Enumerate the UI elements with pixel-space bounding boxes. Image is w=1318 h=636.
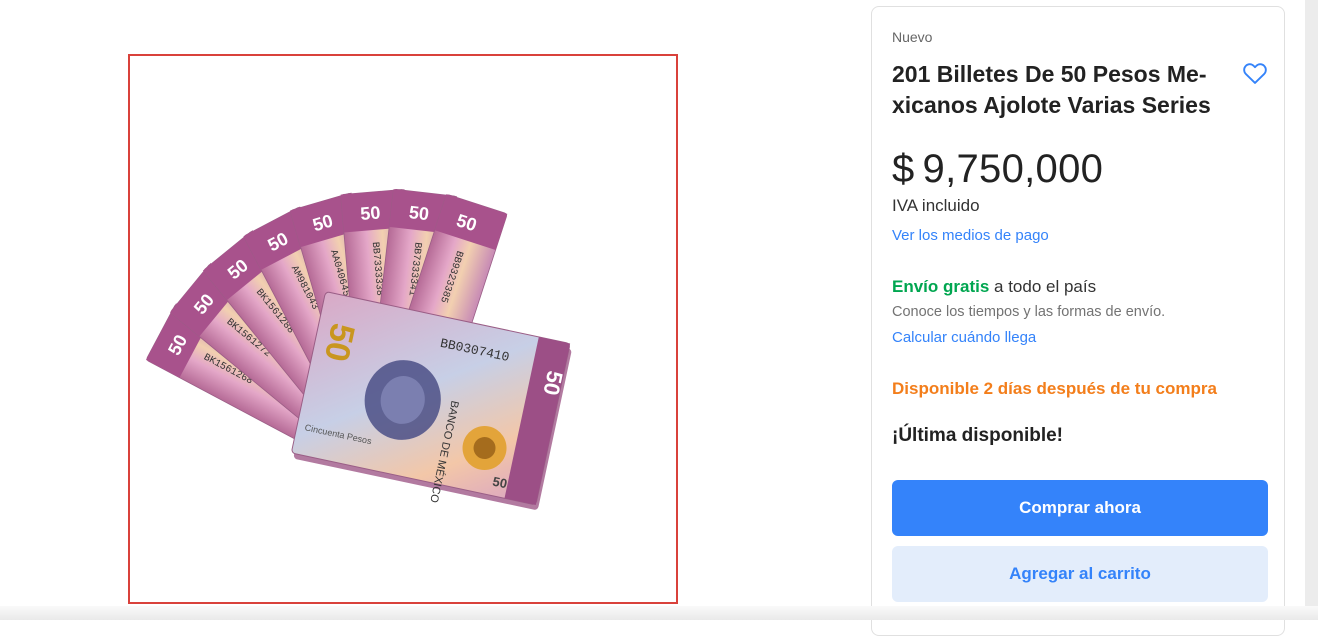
calculate-arrival-link[interactable]: Calcular cuándo llega — [892, 329, 1036, 346]
item-condition: Nuevo — [892, 29, 933, 45]
price-amount: 9,750,000 — [922, 147, 1104, 191]
stock-notice: ¡Última disponible! — [892, 425, 1063, 446]
front-banknote: 50 50 BB0307410 BANCO DE MÉXICO Cincuent… — [291, 291, 572, 510]
heart-icon[interactable] — [1241, 59, 1269, 87]
shipping-subtext: Conoce los tiempos y las formas de envío… — [892, 304, 1166, 320]
product-image-frame[interactable]: 50 BK1561268 50 BK1561272 50 BK1561288 50 AM981… — [128, 54, 678, 604]
add-to-cart-button[interactable]: Agregar al carrito — [892, 546, 1268, 602]
fan-banknote-denomination: 50 — [408, 202, 430, 224]
banknote-fan-image: 50BK156126850BK156127250BK156128850AM981… — [145, 189, 572, 510]
front-note-side-denomination: 50 — [538, 369, 568, 398]
price-currency: $ — [892, 147, 915, 191]
front-note-small-denomination: 50 — [491, 474, 508, 492]
free-shipping-label: Envío gratis — [892, 277, 990, 296]
bottom-edge — [0, 606, 1318, 620]
tax-note: IVA incluido — [892, 196, 980, 215]
shipping-scope: a todo el país — [989, 277, 1097, 296]
buy-box-card: Nuevo 201 Billetes De 50 Pesos Me- xican… — [871, 6, 1285, 636]
payment-methods-link[interactable]: Ver los medios de pago — [892, 227, 1049, 244]
buy-now-button[interactable]: Comprar ahora — [892, 480, 1268, 536]
page-scrollbar[interactable] — [1305, 0, 1318, 612]
shipping-info: Envío gratis a todo el país — [892, 277, 1096, 297]
product-title: 201 Billetes De 50 Pesos Me- xicanos Ajo… — [892, 61, 1211, 118]
availability-notice: Disponible 2 días después de tu compra — [892, 379, 1217, 398]
fan-banknote-denomination: 50 — [360, 202, 382, 224]
product-price: $9,750,000 — [892, 147, 1103, 192]
front-note-denomination: 50 — [317, 320, 362, 365]
